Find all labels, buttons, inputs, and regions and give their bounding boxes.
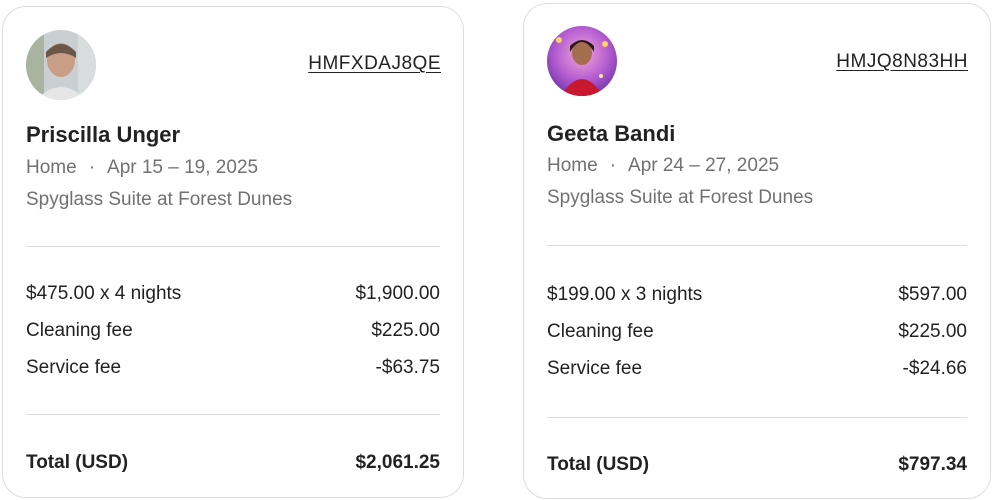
line-item-amount: $1,900.00 <box>355 283 440 304</box>
line-item-label: $199.00 x 3 nights <box>547 284 703 305</box>
line-item-amount: -$63.75 <box>375 357 440 378</box>
guest-photo-icon <box>26 30 96 100</box>
property-type: Home <box>26 157 77 178</box>
reservation-card: HMJQ8N83HH Geeta Bandi Home · Apr 24 – 27,… <box>523 3 991 499</box>
total-amount: $797.34 <box>898 454 967 475</box>
listing-name: Spyglass Suite at Forest Dunes <box>26 189 293 210</box>
divider <box>26 246 440 247</box>
total-row: Total (USD) $2,061.25 <box>26 452 440 474</box>
total-row: Total (USD) $797.34 <box>547 454 967 476</box>
stay-details: Home · Apr 24 – 27, 2025 <box>547 155 779 177</box>
guest-avatar[interactable] <box>26 30 96 100</box>
reservation-code-link[interactable]: HMJQ8N83HH <box>836 51 968 73</box>
line-item-label: Service fee <box>547 358 643 379</box>
line-item-service-fee: Service fee -$63.75 <box>26 357 440 379</box>
total-label: Total (USD) <box>26 452 129 473</box>
line-item-amount: -$24.66 <box>902 358 967 379</box>
reservation-code-link[interactable]: HMFXDAJ8QE <box>308 53 441 75</box>
listing-name: Spyglass Suite at Forest Dunes <box>547 187 814 208</box>
line-item-nights: $199.00 x 3 nights $597.00 <box>547 284 967 306</box>
line-item-label: $475.00 x 4 nights <box>26 283 182 304</box>
divider <box>26 414 440 415</box>
line-item-label: Cleaning fee <box>547 321 654 342</box>
line-item-label: Cleaning fee <box>26 320 133 341</box>
line-item-amount: $597.00 <box>898 284 967 305</box>
divider <box>547 417 967 418</box>
property-type: Home <box>547 155 598 176</box>
stay-dates: Apr 24 – 27, 2025 <box>628 155 780 176</box>
guest-avatar[interactable] <box>547 26 617 96</box>
total-amount: $2,061.25 <box>355 452 440 473</box>
guest-name: Geeta Bandi <box>547 121 676 146</box>
line-item-amount: $225.00 <box>371 320 440 341</box>
line-item-cleaning-fee: Cleaning fee $225.00 <box>26 320 440 342</box>
reservation-card: HMFXDAJ8QE Priscilla Unger Home · Apr 15 –… <box>2 6 464 498</box>
line-item-label: Service fee <box>26 357 122 378</box>
line-item-nights: $475.00 x 4 nights $1,900.00 <box>26 283 440 305</box>
line-item-cleaning-fee: Cleaning fee $225.00 <box>547 321 967 343</box>
line-item-amount: $225.00 <box>898 321 967 342</box>
line-item-service-fee: Service fee -$24.66 <box>547 358 967 380</box>
total-label: Total (USD) <box>547 454 650 475</box>
divider <box>547 245 967 246</box>
guest-photo-icon <box>547 26 617 96</box>
separator-dot: · <box>88 157 96 178</box>
guest-name: Priscilla Unger <box>26 122 181 147</box>
stay-dates: Apr 15 – 19, 2025 <box>107 157 259 178</box>
stay-details: Home · Apr 15 – 19, 2025 <box>26 157 258 179</box>
separator-dot: · <box>609 155 617 176</box>
